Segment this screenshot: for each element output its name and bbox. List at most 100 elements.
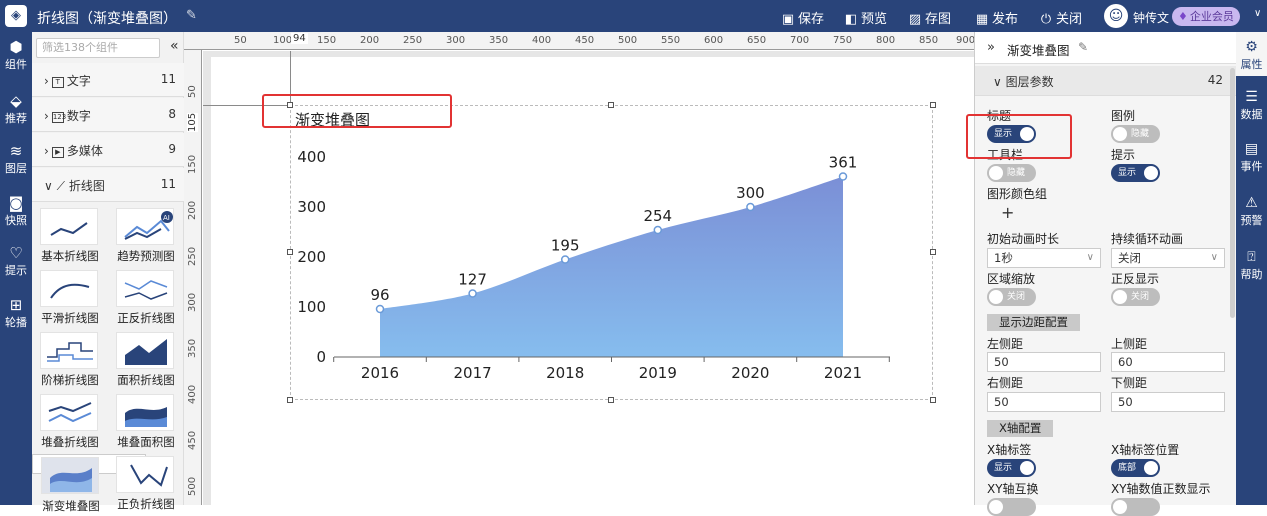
chevron-down-icon: ∨ — [44, 179, 53, 193]
chevron-right-icon: › — [44, 109, 49, 123]
user-name[interactable]: 钟传文 — [1133, 9, 1169, 26]
resize-handle[interactable] — [930, 249, 936, 255]
xlabel-toggle[interactable]: 显示 — [987, 459, 1036, 477]
zoom-toggle[interactable]: 关闭 — [987, 288, 1036, 306]
layers-icon: ≋ — [9, 142, 23, 160]
publish-icon: ▦ — [975, 12, 989, 27]
event-icon: ▤ — [1244, 141, 1259, 157]
data-label: 254 — [643, 207, 672, 225]
camera-icon: ◙ — [8, 194, 24, 212]
nav-item-property[interactable]: ⚙ 属性 — [1236, 32, 1267, 76]
category-text[interactable]: › T 文字 11 — [32, 63, 184, 97]
save-image-button[interactable]: ▨ 存图 — [907, 8, 951, 27]
data-point[interactable] — [375, 304, 385, 314]
data-point[interactable] — [560, 255, 570, 264]
data-label: 361 — [829, 154, 858, 172]
xy-positive-toggle[interactable] — [1111, 498, 1160, 516]
gradient-stacked-chart: 0 100 200 300 400 2016 2017 2018 2019 2020 2021 9… — [297, 148, 890, 382]
component-area-line[interactable]: 面积折线图 — [108, 330, 184, 392]
chevron-down-icon: ∨ — [993, 75, 1002, 89]
save-icon: ▣ — [781, 12, 795, 27]
recommend-icon: ⬙ — [10, 92, 22, 110]
legend-toggle[interactable]: 隐藏 — [1111, 125, 1160, 143]
nav-item-data[interactable]: ☰ 数据 — [1236, 88, 1267, 122]
resize-handle[interactable] — [930, 397, 936, 403]
reverse-toggle[interactable]: 关闭 — [1111, 288, 1160, 306]
resize-handle[interactable] — [608, 397, 614, 403]
nav-item-component[interactable]: ⬢ 组件 — [0, 38, 32, 72]
category-number[interactable]: › 123数字 8 — [32, 98, 184, 132]
alarm-icon: ⚠ — [1245, 195, 1258, 211]
resize-handle[interactable] — [608, 102, 614, 108]
bottom-margin-input[interactable]: 50 — [1111, 392, 1225, 412]
xlabel-position-toggle[interactable]: 底部 — [1111, 459, 1160, 477]
nav-item-carousel[interactable]: ⊞ 轮播 — [0, 296, 32, 330]
edit-name-icon[interactable]: ✎ — [1078, 40, 1088, 54]
tooltip-toggle[interactable]: 显示 — [1111, 164, 1160, 182]
page-title: 折线图（渐变堆叠图） — [37, 11, 177, 27]
resize-handle[interactable] — [930, 102, 936, 108]
component-stacked-area[interactable]: 堆叠面积图 — [108, 392, 184, 454]
svg-text:AI: AI — [163, 214, 170, 222]
nav-item-layers[interactable]: ≋ 图层 — [0, 142, 32, 176]
nav-item-event[interactable]: ▤ 事件 — [1236, 140, 1267, 174]
chevron-down-icon: ∨ — [1210, 252, 1218, 263]
component-stacked-line[interactable]: 堆叠折线图 — [32, 392, 108, 454]
toolbar-toggle[interactable]: 隐藏 — [987, 164, 1036, 182]
nav-item-snapshot[interactable]: ◙ 快照 — [0, 194, 32, 228]
data-point[interactable] — [838, 172, 848, 181]
highlight-box-title-toggle — [966, 114, 1072, 159]
property-scrollbar[interactable] — [1230, 68, 1235, 318]
xy-swap-toggle[interactable] — [987, 498, 1036, 516]
data-point[interactable] — [746, 202, 755, 212]
y-tick-label: 0 — [316, 348, 326, 366]
nav-item-tip[interactable]: ♡ 提示 — [0, 244, 32, 278]
top-margin-input[interactable]: 60 — [1111, 352, 1225, 372]
data-label: 96 — [370, 286, 389, 304]
preview-button[interactable]: ◧ 预览 — [843, 8, 887, 27]
left-margin-input[interactable]: 50 — [987, 352, 1101, 372]
expand-icon[interactable]: » — [987, 40, 995, 55]
preview-icon: ◧ — [844, 12, 858, 27]
component-trend-forecast[interactable]: AI 趋势预测图 — [108, 206, 184, 268]
nav-item-help[interactable]: ⍰ 帮助 — [1236, 248, 1267, 282]
section-layer-params[interactable]: ∨ 图层参数 42 — [975, 66, 1237, 96]
top-bar: ◈ 折线图（渐变堆叠图） ✎ ▣ 保存 ◧ 预览 ▨ 存图 ▦ 发布 ⏻ 关闭 ☺ 钟传文… — [0, 0, 1267, 32]
component-filter-input[interactable]: 筛选138个组件 — [36, 38, 160, 58]
carousel-icon: ⊞ — [9, 296, 23, 314]
app-logo-icon[interactable]: ◈ — [5, 5, 27, 27]
data-label: 300 — [736, 184, 765, 202]
category-media[interactable]: › ▶ 多媒体 9 — [32, 133, 184, 167]
margin-config-button[interactable]: 显示边距配置 — [987, 314, 1080, 331]
close-button[interactable]: ⏻ 关闭 — [1038, 8, 1082, 27]
loop-anim-select[interactable]: 关闭 ∨ — [1111, 248, 1225, 268]
collapse-icon[interactable]: « — [170, 38, 179, 54]
chevron-down-icon[interactable]: ∨ — [1254, 8, 1261, 19]
x-tick-label: 2020 — [731, 364, 769, 382]
y-tick-label: 400 — [297, 148, 326, 166]
x-tick-label: 2021 — [824, 364, 862, 382]
left-nav: ⬢ 组件 ⬙ 推荐 ≋ 图层 ◙ 快照 ♡ 提示 ⊞ 轮播 — [0, 32, 32, 505]
add-color-icon[interactable]: + — [1001, 203, 1014, 222]
component-positive-negative[interactable]: 正负折线图 — [108, 454, 184, 516]
nav-item-alarm[interactable]: ⚠ 预警 — [1236, 194, 1267, 228]
resize-handle[interactable] — [287, 397, 293, 403]
right-margin-input[interactable]: 50 — [987, 392, 1101, 412]
data-point[interactable] — [653, 225, 663, 235]
component-positive-negative-line[interactable]: 正反折线图 — [108, 268, 184, 330]
publish-button[interactable]: ▦ 发布 — [974, 8, 1018, 27]
data-point[interactable] — [468, 289, 477, 298]
nav-item-recommend[interactable]: ⬙ 推荐 — [0, 92, 32, 126]
avatar[interactable]: ☺ — [1104, 4, 1128, 28]
component-step-line[interactable]: 阶梯折线图 — [32, 330, 108, 392]
edit-title-icon[interactable]: ✎ — [186, 8, 197, 23]
xaxis-config-button[interactable]: X轴配置 — [987, 420, 1054, 437]
category-line-chart[interactable]: ∨ ⟋ 折线图 11 — [32, 168, 184, 202]
vip-badge[interactable]: ♦ 企业会员 — [1172, 7, 1240, 26]
component-smooth-line[interactable]: 平滑折线图 — [32, 268, 108, 330]
ruler-vertical-marker: 105 — [187, 112, 198, 132]
save-button[interactable]: ▣ 保存 — [780, 8, 824, 27]
component-basic-line[interactable]: 基本折线图 — [32, 206, 108, 268]
x-tick-label: 2018 — [546, 364, 584, 382]
init-anim-select[interactable]: 1秒 ∨ — [987, 248, 1101, 268]
